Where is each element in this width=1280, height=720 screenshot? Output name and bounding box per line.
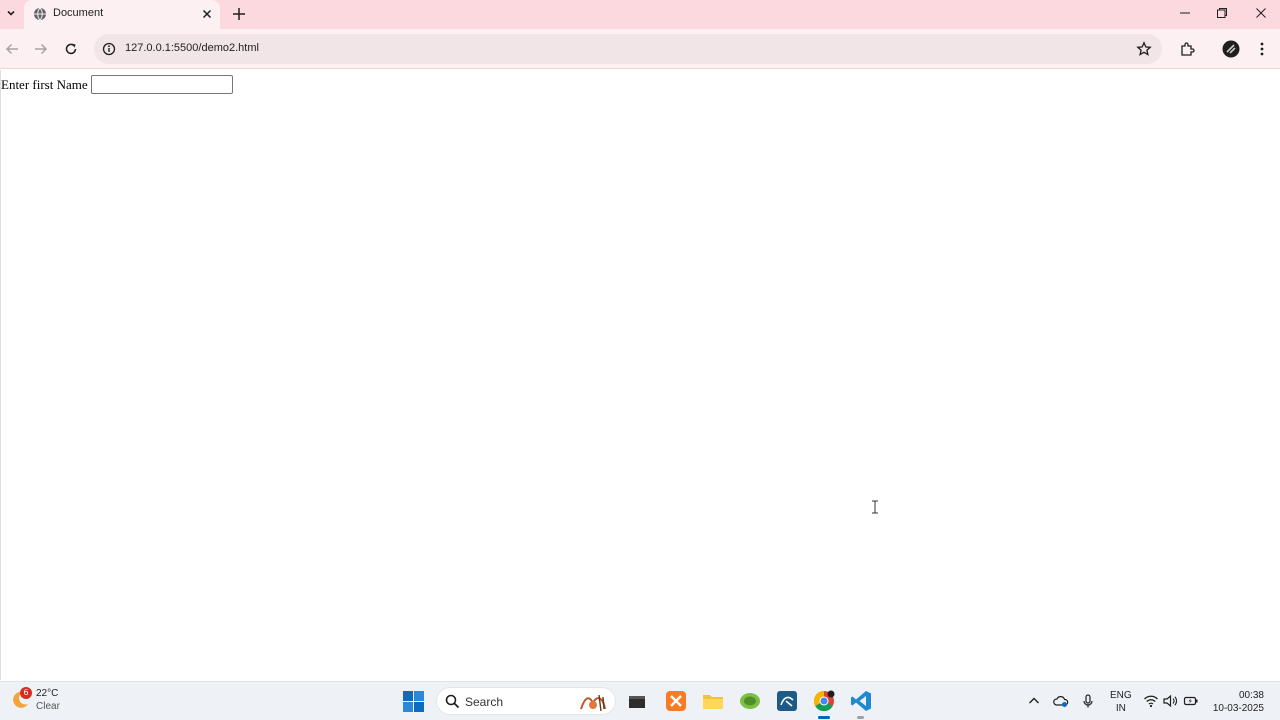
weather-alert-badge: 6 — [20, 687, 32, 699]
browser-toolbar: 127.0.0.1:5500/demo2.html — [0, 29, 1280, 69]
weather-condition: Clear — [36, 701, 60, 712]
first-name-input[interactable] — [90, 75, 233, 94]
back-arrow-icon[interactable] — [3, 40, 21, 58]
profile-avatar-icon[interactable] — [1222, 40, 1240, 58]
language-code: ENG — [1110, 690, 1132, 701]
chrome-active-indicator — [818, 716, 830, 719]
file-explorer-icon[interactable] — [702, 690, 724, 712]
browser-tabstrip: Document — [0, 0, 1280, 29]
globe-icon — [34, 7, 46, 21]
system-clock[interactable]: 00:38 10-03-2025 — [1213, 689, 1264, 715]
tab-search-chevron-icon[interactable] — [2, 4, 20, 22]
files-icon[interactable] — [626, 690, 648, 712]
windows-start-icon[interactable] — [403, 691, 424, 712]
tab-title: Document — [53, 7, 104, 19]
address-bar[interactable]: 127.0.0.1:5500/demo2.html — [94, 34, 1162, 64]
site-info-icon[interactable] — [102, 42, 116, 56]
forward-arrow-icon[interactable] — [32, 40, 50, 58]
language-region: IN — [1115, 703, 1126, 714]
search-highlight-art-icon — [580, 694, 606, 712]
browser-menu-icon[interactable] — [1253, 40, 1271, 58]
mysql-workbench-icon[interactable] — [776, 690, 798, 712]
vscode-icon[interactable] — [850, 690, 872, 712]
xampp-icon[interactable] — [665, 690, 687, 712]
weather-temperature: 22°C — [36, 688, 59, 699]
clock-time: 00:38 — [1238, 690, 1264, 701]
vscode-running-indicator — [857, 716, 864, 719]
page-content: Enter first Name — [0, 70, 1280, 680]
url-text: 127.0.0.1:5500/demo2.html — [125, 42, 259, 54]
battery-charging-icon[interactable] — [1183, 693, 1199, 709]
text-cursor-icon — [872, 500, 878, 514]
onedrive-cloud-icon[interactable] — [1053, 693, 1069, 709]
taskbar-search-box[interactable]: Search — [436, 687, 616, 715]
first-name-label: Enter first Name — [1, 76, 88, 92]
new-tab-plus-icon[interactable] — [230, 5, 248, 23]
extensions-puzzle-icon[interactable] — [1178, 40, 1196, 58]
notepad-plus-icon[interactable] — [739, 690, 761, 712]
clock-date: 10-03-2025 — [1212, 703, 1264, 714]
bookmark-star-icon[interactable] — [1136, 41, 1152, 57]
search-placeholder: Search — [465, 695, 504, 709]
browser-tab-active[interactable]: Document — [24, 0, 220, 29]
chrome-icon[interactable] — [813, 690, 835, 712]
minimize-window-icon[interactable] — [1175, 4, 1195, 22]
first-name-form: Enter first Name — [1, 75, 233, 94]
input-language-indicator[interactable]: ENG IN — [1110, 689, 1132, 715]
volume-icon[interactable] — [1162, 693, 1178, 709]
search-icon — [445, 694, 460, 709]
restore-window-icon[interactable] — [1212, 4, 1232, 22]
close-tab-icon[interactable] — [200, 7, 214, 21]
reload-icon[interactable] — [62, 40, 80, 58]
windows-taskbar: 6 22°C Clear Search ENG IN 00:38 10-03-2… — [0, 681, 1280, 720]
wifi-icon[interactable] — [1143, 693, 1159, 709]
show-hidden-icons-chevron-icon[interactable] — [1026, 693, 1042, 709]
microphone-icon[interactable] — [1080, 693, 1096, 709]
close-window-icon[interactable] — [1251, 4, 1271, 22]
